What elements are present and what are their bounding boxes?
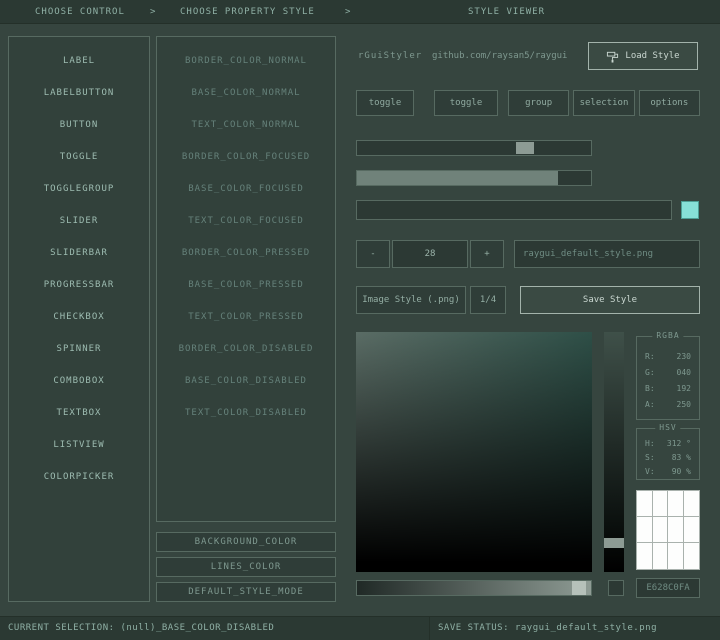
- hsv-row-v: V:90 %: [637, 465, 699, 479]
- choose-property-style-label: CHOOSE PROPERTY STYLE: [180, 0, 315, 24]
- property-list-item[interactable]: TEXT_COLOR_NORMAL: [161, 113, 331, 137]
- filename-textbox[interactable]: raygui_default_style.png: [514, 240, 700, 268]
- rgba-row-r: R:230: [637, 349, 699, 365]
- control-list-item[interactable]: TOGGLE: [13, 145, 145, 169]
- save-status-label: SAVE STATUS: raygui_default_style.png: [438, 617, 657, 640]
- grid-cell: [684, 517, 700, 543]
- grid-cell: [684, 491, 700, 517]
- rgba-row-g: G:040: [637, 365, 699, 381]
- control-list-item[interactable]: COLORPICKER: [13, 465, 145, 489]
- grid-cell: [653, 491, 669, 517]
- statusbar-left: CURRENT SELECTION: (null)_BASE_COLOR_DIS…: [0, 616, 430, 640]
- grid-cell: [637, 517, 653, 543]
- progressbar[interactable]: [356, 170, 592, 186]
- toggle-group: groupselectionoptions: [508, 90, 700, 116]
- property-list-item[interactable]: BASE_COLOR_DISABLED: [161, 369, 331, 393]
- magnifier-grid: [636, 490, 700, 570]
- property-list-item[interactable]: TEXT_COLOR_FOCUSED: [161, 209, 331, 233]
- style-viewer-label: STYLE VIEWER: [468, 0, 545, 24]
- rguistyler-window: CHOOSE CONTROL > CHOOSE PROPERTY STYLE >…: [0, 0, 720, 640]
- grid-cell: [668, 491, 684, 517]
- control-list-item[interactable]: TOGGLEGROUP: [13, 177, 145, 201]
- property-list-item[interactable]: BORDER_COLOR_PRESSED: [161, 241, 331, 265]
- control-list-item[interactable]: TEXTBOX: [13, 401, 145, 425]
- control-list-item[interactable]: LABELBUTTON: [13, 81, 145, 105]
- grid-cell: [668, 517, 684, 543]
- control-list-item[interactable]: BUTTON: [13, 113, 145, 137]
- control-list-item[interactable]: SLIDER: [13, 209, 145, 233]
- hsv-title: HSV: [655, 423, 680, 432]
- property-list-item[interactable]: TEXT_COLOR_DISABLED: [161, 401, 331, 425]
- current-selection-label: CURRENT SELECTION: (null)_BASE_COLOR_DIS…: [8, 617, 274, 640]
- slider-handle[interactable]: [516, 142, 534, 154]
- toggle-button-1[interactable]: toggle: [356, 90, 414, 116]
- control-list-item[interactable]: PROGRESSBAR: [13, 273, 145, 297]
- hex-value-textbox[interactable]: E628C0FA: [636, 578, 700, 598]
- control-list-item[interactable]: CHECKBOX: [13, 305, 145, 329]
- spinner-minus-button[interactable]: -: [356, 240, 390, 268]
- paint-roller-icon: [606, 50, 619, 63]
- grid-cell: [637, 491, 653, 517]
- choose-control-label: CHOOSE CONTROL: [35, 0, 125, 24]
- spinner-value[interactable]: 28: [392, 240, 468, 268]
- value-bar-handle[interactable]: [604, 538, 624, 548]
- toggle-button-2[interactable]: toggle: [434, 90, 498, 116]
- property-list-item[interactable]: BASE_COLOR_FOCUSED: [161, 177, 331, 201]
- hsv-row-h: H:312 °: [637, 437, 699, 451]
- control-list-item[interactable]: LISTVIEW: [13, 433, 145, 457]
- grid-cell: [637, 543, 653, 569]
- toggle-group-item[interactable]: group: [508, 90, 569, 116]
- checkbox[interactable]: [681, 201, 699, 219]
- color-value-bar[interactable]: [604, 332, 624, 572]
- alpha-checkbox[interactable]: [608, 580, 624, 596]
- load-style-label: Load Style: [625, 51, 679, 61]
- grid-cell: [668, 543, 684, 569]
- statusbar-right: SAVE STATUS: raygui_default_style.png: [430, 616, 720, 640]
- control-list-item[interactable]: SLIDERBAR: [13, 241, 145, 265]
- property-list-item[interactable]: BASE_COLOR_NORMAL: [161, 81, 331, 105]
- topbar: CHOOSE CONTROL > CHOOSE PROPERTY STYLE >…: [0, 0, 720, 24]
- combobox-counter[interactable]: 1/4: [470, 286, 506, 314]
- hsv-groupbox: HSV H:312 ° S:83 % V:90 %: [636, 428, 700, 480]
- textbox[interactable]: [356, 200, 672, 220]
- background-color-button[interactable]: BACKGROUND_COLOR: [156, 532, 336, 552]
- rgba-row-b: B:192: [637, 381, 699, 397]
- control-list-item[interactable]: COMBOBOX: [13, 369, 145, 393]
- lines-color-button[interactable]: LINES_COLOR: [156, 557, 336, 577]
- brand-label: rGuiStyler: [358, 44, 422, 68]
- property-list-item[interactable]: TEXT_COLOR_PRESSED: [161, 305, 331, 329]
- load-style-button[interactable]: Load Style: [588, 42, 698, 70]
- spinner-plus-button[interactable]: +: [470, 240, 504, 268]
- breadcrumb-arrow-icon: >: [150, 0, 156, 24]
- hsv-row-s: S:83 %: [637, 451, 699, 465]
- grid-cell: [684, 543, 700, 569]
- toggle-group-item[interactable]: selection: [573, 90, 634, 116]
- property-list-item[interactable]: BORDER_COLOR_FOCUSED: [161, 145, 331, 169]
- image-style-combobox[interactable]: Image Style (.png): [356, 286, 466, 314]
- grid-cell: [653, 517, 669, 543]
- property-list-item[interactable]: BORDER_COLOR_NORMAL: [161, 49, 331, 73]
- color-panel[interactable]: [356, 332, 592, 572]
- default-style-mode-button[interactable]: DEFAULT_STYLE_MODE: [156, 582, 336, 602]
- rgba-groupbox: RGBA R:230 G:040 B:192 A:250: [636, 336, 700, 420]
- properties-list: BORDER_COLOR_NORMAL BASE_COLOR_NORMAL TEXT…: [156, 36, 336, 522]
- property-list-item[interactable]: BORDER_COLOR_DISABLED: [161, 337, 331, 361]
- toggle-group-item[interactable]: options: [639, 90, 700, 116]
- brand-url: github.com/raysan5/raygui: [432, 44, 567, 68]
- grid-cell: [653, 543, 669, 569]
- rgba-row-a: A:250: [637, 397, 699, 413]
- toggle-row: toggle toggle groupselectionoptions: [356, 90, 700, 116]
- save-style-button[interactable]: Save Style: [520, 286, 700, 314]
- property-list-item[interactable]: BASE_COLOR_PRESSED: [161, 273, 331, 297]
- control-list-item[interactable]: SPINNER: [13, 337, 145, 361]
- alpha-slider-handle[interactable]: [572, 581, 586, 595]
- control-list-item[interactable]: LABEL: [13, 49, 145, 73]
- controls-list: LABEL LABELBUTTON BUTTON TOGGLE TOGGLEGROUP S…: [8, 36, 150, 602]
- slider[interactable]: [356, 140, 592, 156]
- rgba-title: RGBA: [652, 331, 683, 340]
- alpha-slider[interactable]: [356, 580, 592, 596]
- progressbar-fill: [357, 171, 558, 185]
- breadcrumb-arrow-icon: >: [345, 0, 351, 24]
